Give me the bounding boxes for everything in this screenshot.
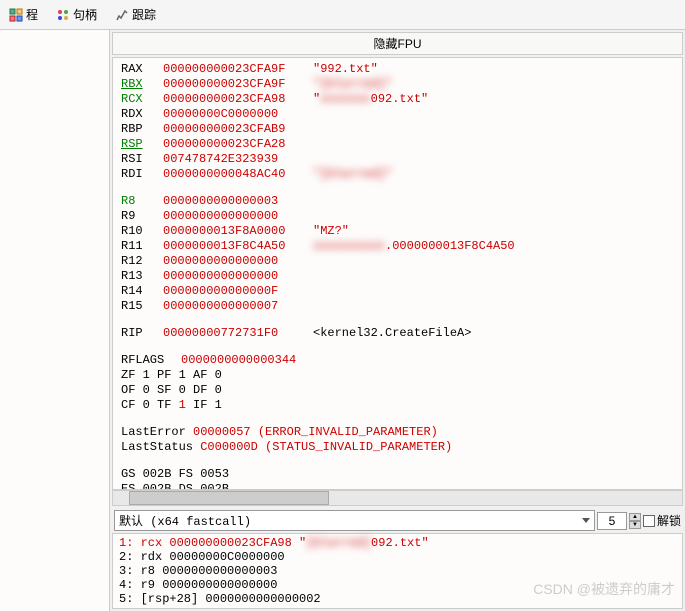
spinner-buttons[interactable]: ▲ ▼ [629, 513, 641, 529]
scroll-thumb[interactable] [129, 491, 329, 505]
chevron-down-icon [582, 518, 590, 523]
left-panel [0, 30, 110, 611]
unlock-checkbox[interactable] [643, 515, 655, 527]
unlock-label: 解锁 [657, 512, 681, 529]
tab-handle[interactable]: 句柄 [47, 2, 106, 27]
register-panel[interactable]: RAX000000000023CFA9F"992.txt" RBX0000000… [112, 57, 683, 490]
handle-icon [56, 8, 70, 22]
call-args-panel[interactable]: 1: rcx 000000000023CFA98 "[blurred]092.t… [112, 533, 683, 609]
trace-icon [115, 8, 129, 22]
tab-label: 跟踪 [132, 6, 156, 23]
tab-label: 程 [26, 6, 38, 23]
spin-up-icon[interactable]: ▲ [629, 513, 641, 521]
spin-down-icon[interactable]: ▼ [629, 521, 641, 529]
hide-fpu-button[interactable]: 隐藏FPU [112, 32, 683, 55]
tab-trace[interactable]: 跟踪 [106, 2, 165, 27]
toolbar: 程 句柄 跟踪 [0, 0, 685, 30]
tab-process[interactable]: 程 [0, 2, 47, 27]
process-icon [9, 8, 23, 22]
horizontal-scrollbar[interactable] [112, 490, 683, 506]
calling-convention-dropdown[interactable]: 默认 (x64 fastcall) [114, 510, 595, 531]
tab-label: 句柄 [73, 6, 97, 23]
arg-count-input[interactable] [597, 512, 627, 530]
